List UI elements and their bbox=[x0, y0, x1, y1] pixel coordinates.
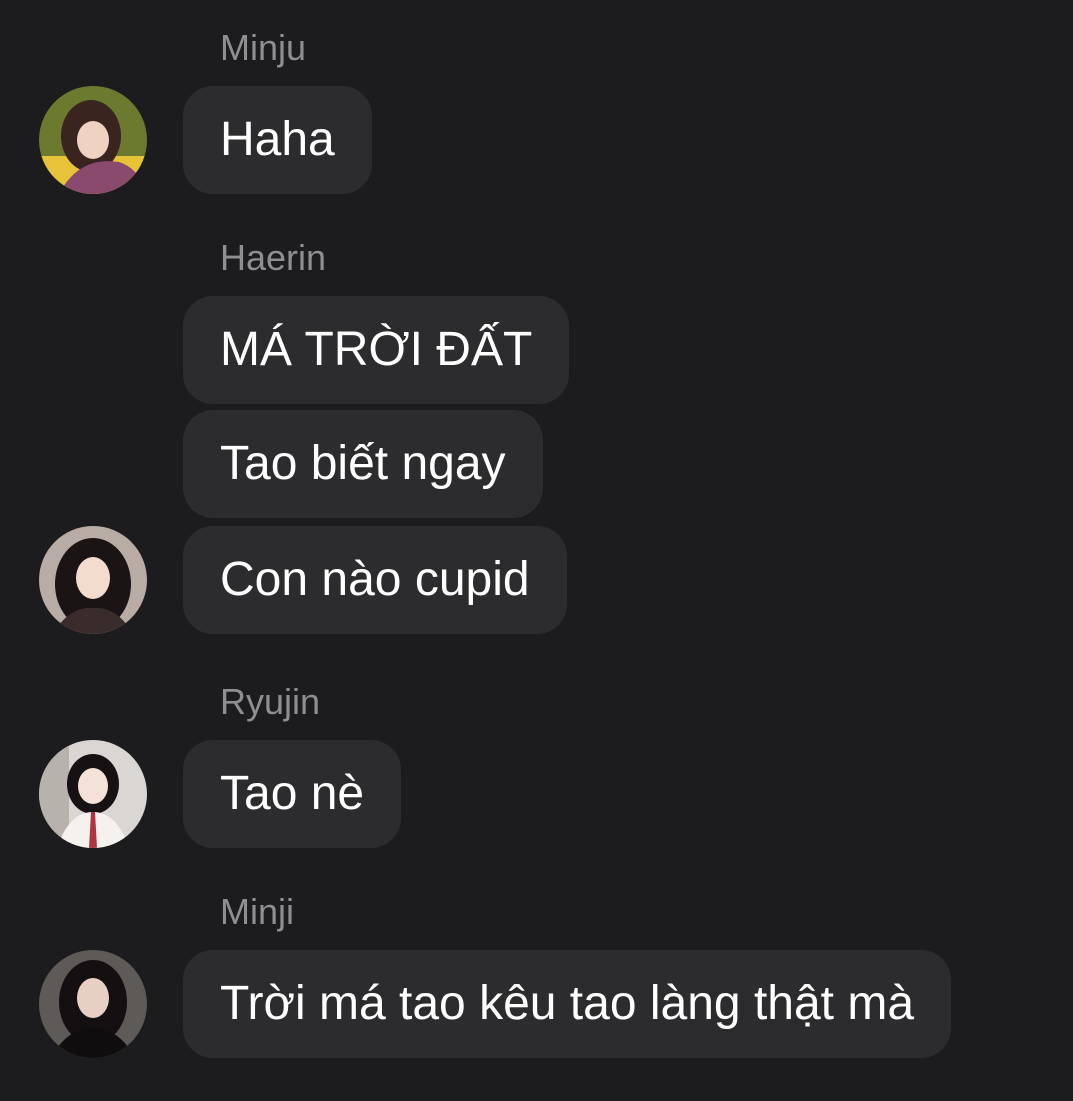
ryujin-avatar[interactable] bbox=[39, 740, 147, 848]
haerin-avatar[interactable] bbox=[39, 526, 147, 634]
message-bubble[interactable]: Tao nè bbox=[183, 740, 402, 848]
sender-name: Minji bbox=[220, 891, 295, 932]
minju-avatar[interactable] bbox=[39, 86, 147, 194]
minji-avatar[interactable] bbox=[39, 950, 147, 1058]
sender-name: Haerin bbox=[220, 237, 327, 278]
message-bubble[interactable]: Haha bbox=[183, 86, 372, 194]
sender-name: Ryujin bbox=[220, 681, 321, 722]
message-bubble[interactable]: Con nào cupid bbox=[183, 526, 567, 634]
message-bubble[interactable]: Tao biết ngay bbox=[183, 410, 543, 518]
message-bubble[interactable]: Trời má tao kêu tao làng thật mà bbox=[183, 950, 952, 1058]
sender-name: Minju bbox=[220, 27, 307, 68]
message-bubble[interactable]: MÁ TRỜI ĐẤT bbox=[183, 296, 570, 404]
